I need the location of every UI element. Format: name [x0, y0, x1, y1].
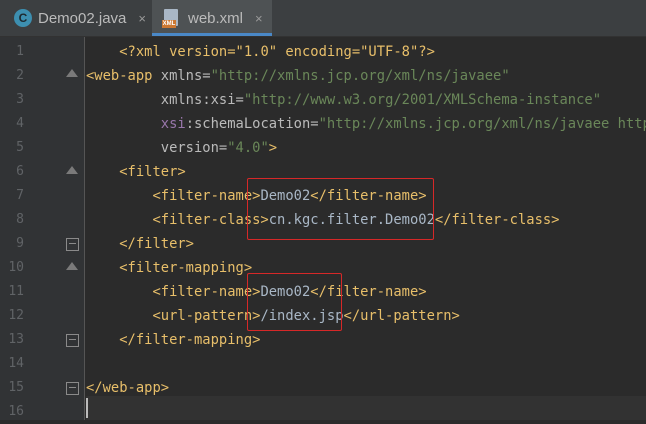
tab-label: web.xml — [188, 9, 244, 27]
attr-prefix: xmlns — [160, 92, 203, 108]
java-class-icon: C — [14, 9, 32, 27]
tag-open: <filter-name> — [152, 188, 261, 204]
code-line-5[interactable]: version="4.0"> — [86, 136, 277, 160]
tag: </web-app> — [86, 380, 170, 396]
fold-toggle-icon[interactable] — [66, 69, 78, 81]
close-icon[interactable]: × — [255, 11, 263, 26]
line-number: 8 — [16, 212, 24, 227]
attr-value: "http://www.w3.org/2001/XMLSchema-instan… — [243, 92, 602, 108]
tab-web-xml[interactable]: XML web.xml × — [152, 0, 272, 36]
attr-name: :xsi= — [202, 92, 244, 108]
line-number: 4 — [16, 116, 24, 131]
text-caret — [86, 398, 88, 418]
highlight-box — [247, 273, 342, 331]
code-line-10[interactable]: <filter-mapping> — [86, 256, 252, 280]
fold-toggle-icon[interactable] — [66, 166, 78, 178]
code-line-15[interactable]: </web-app> — [86, 376, 169, 400]
attr-name: xmlns= — [152, 68, 211, 84]
line-number: 12 — [8, 308, 24, 323]
code-line-9[interactable]: </filter> — [86, 232, 194, 256]
gutter-separator — [84, 37, 85, 420]
fold-toggle-icon[interactable] — [66, 334, 79, 347]
fold-toggle-icon[interactable] — [66, 382, 79, 395]
line-number: 15 — [8, 380, 24, 395]
line-number: 10 — [8, 260, 24, 275]
line-number: 2 — [16, 68, 24, 83]
namespace-prefix: xsi — [160, 116, 186, 132]
line-number: 13 — [8, 332, 24, 347]
tag: </filter-mapping> — [119, 332, 261, 348]
editor-tab-bar: C Demo02.java × XML web.xml × — [0, 0, 646, 37]
fold-toggle-icon[interactable] — [66, 262, 78, 274]
attr-name: :schemaLocation= — [185, 116, 319, 132]
tag-open: <web-app — [86, 68, 153, 84]
tag-open: <filter-name> — [152, 284, 261, 300]
line-number: 16 — [8, 404, 24, 419]
attr-value: "http://xmlns.jcp.org/xml/ns/javaee" — [210, 68, 510, 84]
code-line-2[interactable]: <web-app xmlns="http://xmlns.jcp.org/xml… — [86, 64, 510, 88]
code-line-1[interactable]: <?xml version="1.0" encoding="UTF-8"?> — [86, 40, 435, 64]
highlight-box — [247, 178, 434, 240]
line-number: 7 — [16, 188, 24, 203]
code-line-4[interactable]: xsi:schemaLocation="http://xmlns.jcp.org… — [86, 112, 646, 136]
code-line-3[interactable]: xmlns:xsi="http://www.w3.org/2001/XMLSch… — [86, 88, 601, 112]
tag: </filter> — [119, 236, 194, 252]
current-line-highlight — [86, 396, 646, 420]
tag-close: > — [268, 140, 278, 156]
xml-declaration: <?xml version="1.0" encoding="UTF-8"?> — [119, 44, 435, 60]
code-line-6[interactable]: <filter> — [86, 160, 186, 184]
tag: <filter-mapping> — [119, 260, 253, 276]
tag-open: <url-pattern> — [152, 308, 261, 324]
tag-close: </url-pattern> — [343, 308, 460, 324]
attr-value: "4.0" — [227, 140, 269, 156]
line-number: 11 — [8, 284, 24, 299]
line-number: 5 — [16, 140, 24, 155]
close-icon[interactable]: × — [138, 11, 146, 26]
line-number: 6 — [16, 164, 24, 179]
line-number: 1 — [16, 44, 24, 59]
line-number: 3 — [16, 92, 24, 107]
tag-close: </filter-class> — [434, 212, 560, 228]
line-number: 9 — [16, 236, 24, 251]
attr-name: version= — [160, 140, 228, 156]
xml-file-icon: XML — [162, 9, 180, 28]
fold-toggle-icon[interactable] — [66, 238, 79, 251]
tab-demo02-java[interactable]: C Demo02.java × — [0, 0, 152, 36]
code-line-13[interactable]: </filter-mapping> — [86, 328, 260, 352]
tag: <filter> — [119, 164, 186, 180]
attr-value: "http://xmlns.jcp.org/xml/ns/javaee http… — [318, 116, 646, 132]
tab-label: Demo02.java — [38, 9, 127, 27]
line-number: 14 — [8, 356, 24, 371]
